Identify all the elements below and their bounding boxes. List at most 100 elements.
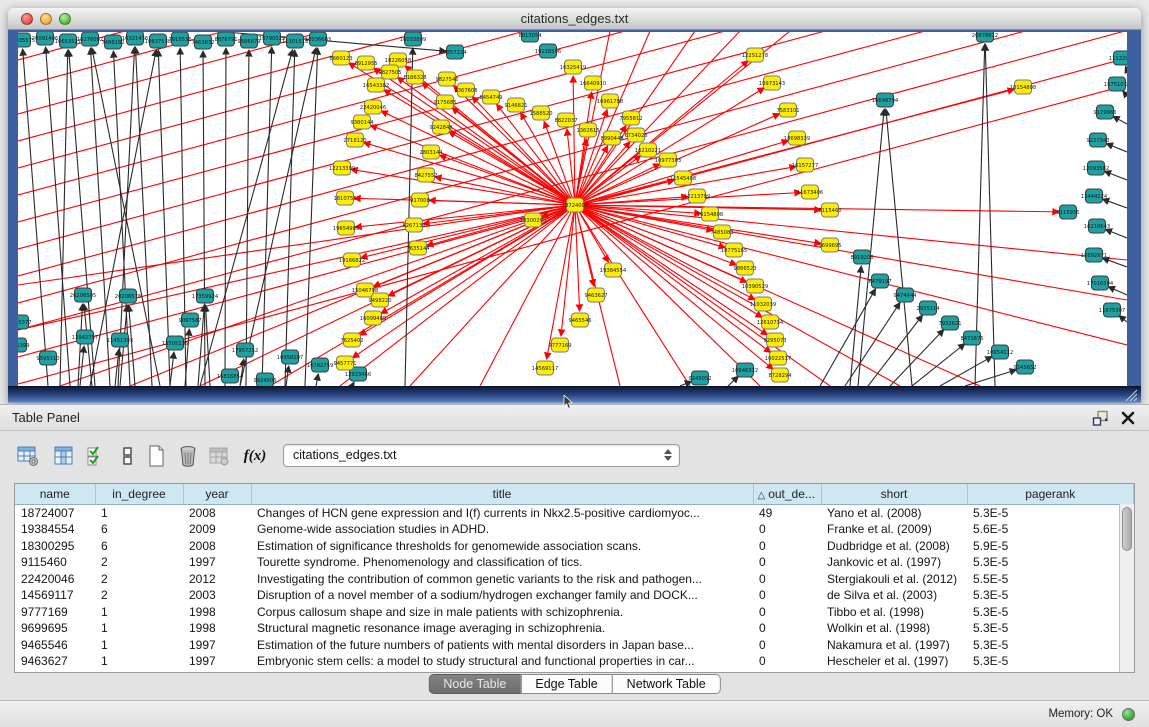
graph-node[interactable]: 20878812: [972, 32, 998, 42]
graph-node[interactable]: 2935114: [916, 301, 940, 315]
graph-node[interactable]: 10946322: [732, 363, 758, 377]
graph-node[interactable]: 10973143: [759, 76, 785, 90]
graph-node[interactable]: 12251278: [742, 48, 768, 62]
graph-node[interactable]: 7581399: [18, 338, 30, 352]
graph-node[interactable]: 17957252: [232, 343, 258, 357]
graph-node[interactable]: 19654985: [333, 221, 359, 235]
graph-node[interactable]: 6734028: [624, 128, 647, 142]
delete-table-button[interactable]: [205, 442, 233, 470]
resize-grip[interactable]: [1123, 388, 1139, 402]
row-toggle-button[interactable]: [114, 442, 142, 470]
graph-node[interactable]: 9097587: [178, 313, 201, 327]
graph-node[interactable]: 9115460: [818, 203, 841, 217]
function-builder-button[interactable]: f(x): [238, 442, 272, 470]
graph-node[interactable]: 8427552: [414, 168, 437, 182]
table-row[interactable]: 946362711997Embryonic stem cells: a mode…: [15, 653, 1134, 670]
graph-node[interactable]: 9457771: [333, 356, 356, 370]
graph-node[interactable]: 7635144: [406, 241, 430, 255]
network-canvas[interactable]: 1872400714035575200914061065352715276082…: [18, 32, 1127, 386]
graph-node[interactable]: 1810755: [333, 191, 356, 205]
table-row[interactable]: 1938455462009Genome-wide association stu…: [15, 521, 1134, 538]
graph-node[interactable]: 14569117: [532, 361, 558, 375]
graph-node[interactable]: 10958107: [277, 350, 303, 364]
graph-node[interactable]: 12093582: [1083, 161, 1109, 175]
graph-node[interactable]: 16210221: [635, 143, 661, 157]
graph-node[interactable]: 17359924: [192, 289, 219, 303]
graph-node[interactable]: 7625402: [340, 333, 363, 347]
graph-node[interactable]: 8990448: [600, 131, 623, 145]
graph-node[interactable]: 7955812: [619, 111, 642, 125]
graph-node[interactable]: 8813054: [518, 32, 542, 42]
graph-node[interactable]: 7463832: [191, 35, 214, 49]
network-window-titlebar[interactable]: citations_edges.txt: [8, 8, 1141, 30]
column-settings-button[interactable]: [14, 442, 42, 470]
graph-node[interactable]: 8115955: [1056, 205, 1079, 219]
graph-node[interactable]: 9380144: [350, 115, 374, 129]
tab-edge-table[interactable]: Edge Table: [520, 674, 612, 694]
graph-node[interactable]: 9146821: [504, 98, 527, 112]
graph-node[interactable]: 8471676: [960, 331, 983, 345]
graph-node[interactable]: 16640910: [580, 76, 606, 90]
memory-status-indicator[interactable]: [1122, 708, 1135, 721]
graph-node[interactable]: 12213399: [329, 161, 355, 175]
table-row[interactable]: 969969511998Structural magnetic resonanc…: [15, 620, 1134, 637]
scrollbar-thumb[interactable]: [1122, 507, 1132, 551]
table-row[interactable]: 1456911722003Disruption of a novel membe…: [15, 587, 1134, 604]
graph-node[interactable]: 16157277: [792, 158, 818, 172]
graph-node[interactable]: 11675307: [1099, 303, 1125, 317]
table-row[interactable]: 946554611997Estimation of the future num…: [15, 637, 1134, 654]
graph-node[interactable]: 9498220: [368, 293, 391, 307]
table-row[interactable]: 1872400712008Changes of HCN gene express…: [15, 504, 1134, 521]
select-all-checks-button[interactable]: [83, 442, 111, 470]
graph-node[interactable]: 10637538: [145, 34, 171, 48]
graph-node[interactable]: 9242848: [429, 120, 452, 134]
graph-node[interactable]: 9129966: [1093, 105, 1116, 119]
graph-node[interactable]: 9586879: [237, 34, 260, 48]
graph-node[interactable]: 7485083: [710, 225, 733, 239]
graph-node[interactable]: 9699695: [818, 238, 841, 252]
graph-node[interactable]: 9924506: [253, 373, 276, 386]
graph-node[interactable]: 19384554: [600, 263, 627, 277]
graph-node[interactable]: 16782759: [307, 358, 333, 372]
graph-node[interactable]: 8876791: [214, 32, 237, 46]
graph-node[interactable]: 13505135: [162, 336, 188, 350]
graph-node[interactable]: 9463627: [584, 288, 607, 302]
graph-node[interactable]: 6479197: [868, 274, 891, 288]
column-header-title[interactable]: title: [251, 484, 753, 504]
graph-node[interactable]: 8454749: [479, 90, 502, 104]
graph-node[interactable]: 16210643: [1084, 219, 1110, 233]
graph-node[interactable]: 16033809: [400, 32, 426, 46]
table-row[interactable]: 2242004622012Investigating the contribut…: [15, 571, 1134, 588]
graph-node[interactable]: 917008: [410, 193, 430, 207]
graph-node[interactable]: 9474444: [893, 288, 917, 302]
graph-node[interactable]: 8912955: [354, 56, 377, 70]
graph-node[interactable]: 2367608: [454, 83, 477, 97]
graph-node[interactable]: 16648794: [872, 93, 899, 107]
delete-column-button[interactable]: [174, 442, 202, 470]
tab-node-table[interactable]: Node Table: [428, 674, 521, 694]
graph-node[interactable]: 9245052: [688, 371, 711, 385]
table-vertical-scrollbar[interactable]: [1119, 504, 1134, 672]
table-row[interactable]: 1830029562008Estimation of significance …: [15, 538, 1134, 555]
graph-node[interactable]: 8822037: [554, 113, 577, 127]
column-header-year[interactable]: year: [183, 484, 251, 504]
graph-node[interactable]: 10022517: [765, 351, 791, 365]
graph-node[interactable]: 9827546: [435, 72, 458, 86]
graph-node[interactable]: 19218596: [535, 44, 561, 58]
graph-node[interactable]: 12036603: [305, 32, 331, 46]
graph-node[interactable]: 9295073: [763, 333, 786, 347]
table-row[interactable]: 977716911998Corpus callosum shape and si…: [15, 604, 1134, 621]
graph-node[interactable]: 2803144: [419, 145, 443, 159]
column-header-in_degree[interactable]: in_degree: [95, 484, 183, 504]
column-header-pagerank[interactable]: pagerank: [967, 484, 1134, 504]
create-column-button[interactable]: [143, 442, 171, 470]
column-header-name[interactable]: name: [15, 484, 95, 504]
graph-node[interactable]: 9777169: [548, 338, 571, 352]
column-header-out_de[interactable]: △out_de...: [753, 484, 821, 504]
graph-node[interactable]: 8919208: [850, 250, 873, 264]
graph-node[interactable]: 2718120: [343, 133, 366, 147]
graph-node[interactable]: 11451393: [107, 333, 133, 347]
graph-node[interactable]: 11122954: [1109, 51, 1127, 65]
graph-node[interactable]: 18698339: [784, 131, 810, 145]
graph-node[interactable]: 11545408: [670, 171, 696, 185]
